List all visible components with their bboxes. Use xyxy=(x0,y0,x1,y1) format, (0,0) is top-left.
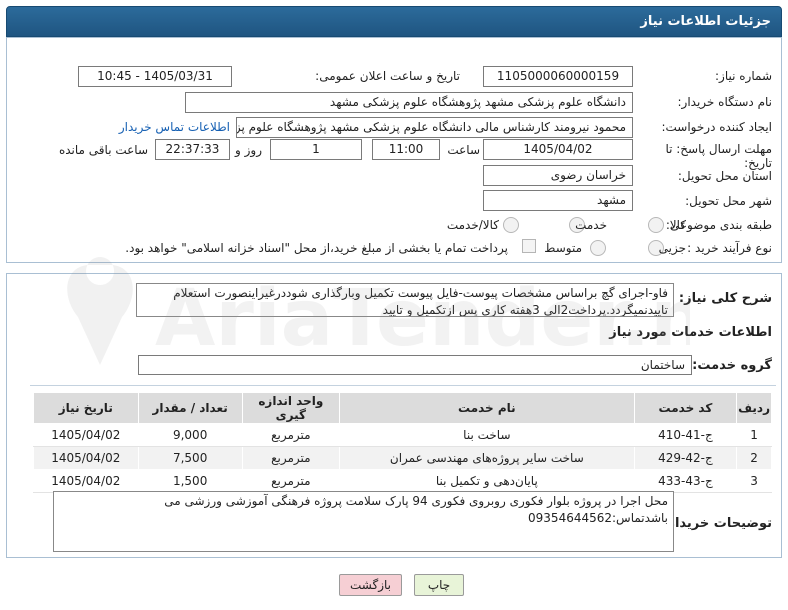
cell-code: ج-41-410 xyxy=(633,423,738,447)
page-title: جزئیات اطلاعات نیاز xyxy=(640,14,771,29)
deadline-date-label: تاریخ: xyxy=(744,156,772,170)
cell-qty: 7,500 xyxy=(137,446,243,470)
province-label: استان محل تحویل: xyxy=(677,169,772,183)
deadline-date-field: 1405/04/02 xyxy=(483,139,633,160)
back-button[interactable]: بازگشت xyxy=(339,574,402,596)
col-header-name: نام خدمت xyxy=(338,392,635,424)
deadline-time-field: 11:00 xyxy=(372,139,440,160)
cell-date: 1405/04/02 xyxy=(33,469,139,493)
cell-code: ج-43-433 xyxy=(633,469,738,493)
cell-name: ساخت بنا xyxy=(338,423,635,447)
table-row: 3 ج-43-433 پایان‌دهی و تکمیل بنا مترمربع… xyxy=(33,469,772,493)
services-section-title: اطلاعات خدمات مورد نیاز xyxy=(609,325,772,340)
need-number-field: 1105000060000159 xyxy=(483,66,633,87)
col-header-unit: واحد اندازه گیری xyxy=(241,392,340,424)
col-header-qty: تعداد / مقدار xyxy=(137,392,243,424)
need-number-label: شماره نیاز: xyxy=(715,69,772,83)
col-header-index: ردیف xyxy=(736,392,772,424)
buyer-org-field: دانشگاه علوم پزشکی مشهد پژوهشگاه علوم پز… xyxy=(185,92,633,113)
table-header-row: ردیف کد خدمت نام خدمت واحد اندازه گیری ت… xyxy=(33,392,772,424)
cell-index: 3 xyxy=(736,469,772,493)
purchase-type-minor-label: جزیی xyxy=(658,241,686,255)
print-button[interactable]: چاپ xyxy=(414,574,464,596)
summary-label: شرح کلی نیاز: xyxy=(678,291,772,306)
buyer-notes-textarea: محل اجرا در پروژه بلوار فکوری روبروی فکو… xyxy=(53,491,674,552)
announce-datetime-label: تاریخ و ساعت اعلان عمومی: xyxy=(315,69,460,83)
buyer-notes-line-1: محل اجرا در پروژه بلوار فکوری روبروی فکو… xyxy=(164,494,668,508)
buyer-notes-line-2: باشدتماس:09354644562 xyxy=(528,511,668,525)
cell-index: 1 xyxy=(736,423,772,447)
category-goods-service-label: کالا/خدمت xyxy=(446,218,499,232)
cell-name: ساخت سایر پروژه‌های مهندسی عمران xyxy=(338,446,635,470)
col-header-date: تاریخ نیاز xyxy=(33,392,139,424)
cell-code: ج-42-429 xyxy=(633,446,738,470)
purchase-type-medium-radio[interactable] xyxy=(590,240,606,256)
province-field: خراسان رضوی xyxy=(483,165,633,186)
requester-label: ایجاد کننده درخواست: xyxy=(661,120,772,134)
cell-date: 1405/04/02 xyxy=(33,446,139,470)
section-divider xyxy=(30,385,776,386)
summary-textarea: فاو-اجرای گچ براساس مشخصات پیوست-فایل پی… xyxy=(136,283,674,317)
purchase-type-label: نوع فرآیند خرید : xyxy=(687,241,772,255)
table-row: 1 ج-41-410 ساخت بنا مترمربع 9,000 1405/0… xyxy=(33,423,772,447)
service-group-label: گروه خدمت: xyxy=(692,358,772,373)
cell-unit: مترمربع xyxy=(241,469,340,493)
category-service-label: خدمت xyxy=(575,218,607,232)
days-remaining-field: 1 xyxy=(270,139,362,160)
city-field: مشهد xyxy=(483,190,633,211)
cell-unit: مترمربع xyxy=(241,423,340,447)
cell-unit: مترمربع xyxy=(241,446,340,470)
cell-qty: 1,500 xyxy=(137,469,243,493)
treasury-payment-note: پرداخت تمام یا بخشی از مبلغ خرید،از محل … xyxy=(125,241,508,255)
category-goods-label: کالا xyxy=(669,218,686,232)
service-group-field: ساختمان xyxy=(138,355,692,375)
cell-index: 2 xyxy=(736,446,772,470)
city-label: شهر محل تحویل: xyxy=(685,194,772,208)
category-goods-radio[interactable] xyxy=(648,217,664,233)
buyer-org-label: نام دستگاه خریدار: xyxy=(677,95,773,109)
buyer-notes-label: توضیحات خریدار: xyxy=(662,516,772,531)
table-row: 2 ج-42-429 ساخت سایر پروژه‌های مهندسی عم… xyxy=(33,446,772,470)
deadline-time-label: ساعت xyxy=(447,143,480,157)
requester-field: محمود نیرومند کارشناس مالی دانشگاه علوم … xyxy=(236,117,633,138)
remaining-time-field: 22:37:33 xyxy=(155,139,230,160)
page-header: جزئیات اطلاعات نیاز xyxy=(6,6,782,37)
remaining-time-label: ساعت باقی مانده xyxy=(58,143,148,157)
treasury-payment-checkbox[interactable] xyxy=(522,239,536,253)
services-table: ردیف کد خدمت نام خدمت واحد اندازه گیری ت… xyxy=(33,392,772,493)
col-header-code: کد خدمت xyxy=(633,392,738,424)
cell-date: 1405/04/02 xyxy=(33,423,139,447)
category-goods-service-radio[interactable] xyxy=(503,217,519,233)
buyer-contact-link[interactable]: اطلاعات تماس خریدار xyxy=(119,120,230,134)
cell-name: پایان‌دهی و تکمیل بنا xyxy=(338,469,635,493)
purchase-type-medium-label: متوسط xyxy=(544,241,582,255)
cell-qty: 9,000 xyxy=(137,423,243,447)
days-label: روز و xyxy=(235,143,262,157)
deadline-label: مهلت ارسال پاسخ: تا xyxy=(665,142,772,156)
announce-datetime-field: 1405/03/31 - 10:45 xyxy=(78,66,232,87)
